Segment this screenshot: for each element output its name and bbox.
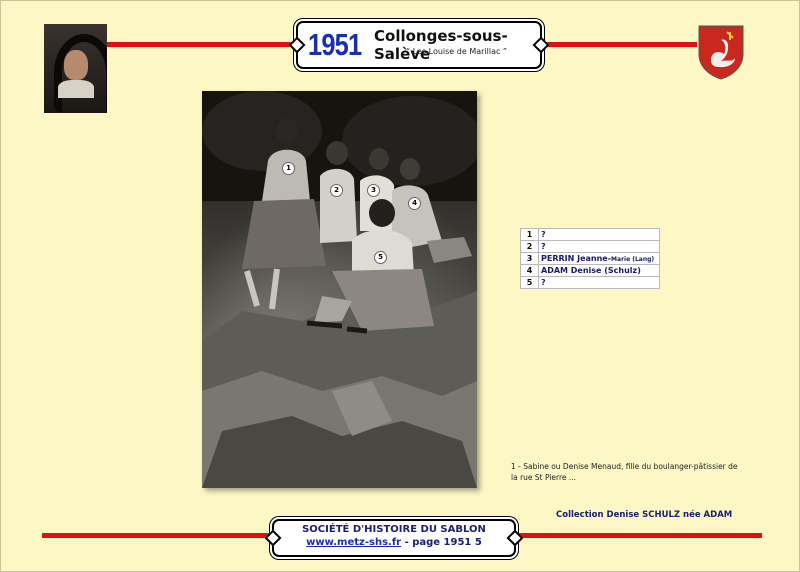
caption-note: 1 - Sabine ou Denise Menaud, fille du bo…	[511, 462, 738, 482]
table-row: 4 ADAM Denise (Schulz)	[520, 264, 660, 277]
row-name: ADAM Denise (Schulz)	[538, 264, 660, 277]
photo-marker-2: 2	[330, 184, 343, 197]
row-name: ?	[538, 240, 660, 253]
row-number: 3	[520, 252, 539, 265]
coat-of-arms-icon	[698, 25, 744, 80]
title-box: 1951 Collonges-sous-Salève “ Les Louise …	[288, 21, 550, 69]
page-reference: - page 1951 5	[401, 537, 482, 548]
row-name: PERRIN Jeanne-Marie (Lang)	[538, 252, 660, 265]
photo-marker-3: 3	[367, 184, 380, 197]
footer-box: SOCIÉTÉ D'HISTOIRE DU SABLON www.metz-sh…	[264, 519, 524, 557]
header-rule-right	[538, 42, 697, 47]
society-name: SOCIÉTÉ D'HISTOIRE DU SABLON	[302, 524, 486, 535]
table-row: 2 ?	[520, 240, 660, 253]
collection-credit: Collection Denise SCHULZ née ADAM	[556, 510, 733, 520]
year-label: 1951	[308, 27, 362, 62]
row-number: 4	[520, 264, 539, 277]
footer-rule-right	[512, 533, 762, 538]
table-row: 1 ?	[520, 228, 660, 241]
group-photograph: 1 2 3 4 5	[202, 91, 477, 488]
row-name-text: ?	[541, 278, 546, 287]
page-title: Collonges-sous-Salève	[374, 27, 508, 63]
photo-marker-5: 5	[374, 251, 387, 264]
row-number: 5	[520, 276, 539, 289]
row-name: ?	[538, 276, 660, 289]
row-name-text: PERRIN Jeanne-	[541, 254, 612, 263]
row-name-text: ?	[541, 230, 546, 239]
portrait-image	[44, 24, 107, 113]
table-row: 3 PERRIN Jeanne-Marie (Lang)	[520, 252, 660, 265]
footer-page-line: www.metz-shs.fr - page 1951 5	[274, 537, 514, 548]
portrait-face	[64, 50, 88, 80]
photograph-scene	[202, 91, 477, 488]
row-number: 1	[520, 228, 539, 241]
header-rule-left	[107, 42, 296, 47]
names-table: 1 ? 2 ? 3 PERRIN Jeanne-Marie (Lang) 4 A…	[520, 228, 660, 289]
row-number: 2	[520, 240, 539, 253]
photo-marker-4: 4	[408, 197, 421, 210]
page-subtitle: “ Les Louise de Marillac ”	[406, 47, 508, 56]
row-name-text: ADAM Denise (Schulz)	[541, 266, 641, 275]
footer-rule-left	[42, 533, 272, 538]
row-name-small: Marie (Lang)	[611, 256, 655, 263]
photo-marker-1: 1	[282, 162, 295, 175]
title-box-notch-left	[288, 36, 306, 54]
table-row: 5 ?	[520, 276, 660, 289]
row-name: ?	[538, 228, 660, 241]
row-name-text: ?	[541, 242, 546, 251]
portrait-collar	[58, 80, 94, 98]
website-link[interactable]: www.metz-shs.fr	[306, 537, 401, 548]
